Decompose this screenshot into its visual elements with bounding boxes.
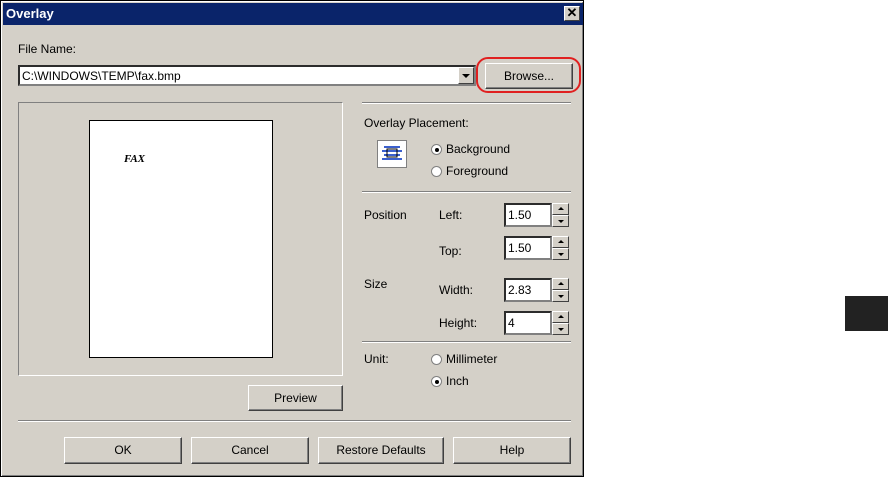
overlay-placement-icon [377,140,407,168]
chevron-up-icon [558,315,564,318]
file-path-value: C:\WINDOWS\TEMP\fax.bmp [22,69,181,83]
file-name-label: File Name: [18,42,77,56]
separator [18,420,571,422]
width-label: Width: [439,283,474,297]
width-spinner[interactable] [552,278,569,302]
spin-up-button[interactable] [552,203,569,215]
chevron-up-icon [558,282,564,285]
file-name-combobox[interactable]: C:\WINDOWS\TEMP\fax.bmp [18,65,476,86]
spin-up-button[interactable] [552,311,569,323]
preview-button[interactable]: Preview [248,385,343,411]
background-dark-square [845,296,888,331]
spin-up-button[interactable] [552,236,569,248]
chevron-down-icon [558,328,564,331]
radio-inch[interactable] [431,376,442,387]
left-label: Left: [439,208,463,222]
separator [362,341,571,343]
height-label: Height: [439,316,478,330]
spin-down-button[interactable] [552,290,569,302]
width-input[interactable]: 2.83 [504,278,552,302]
preview-panel: FAX [18,102,343,376]
spin-down-button[interactable] [552,248,569,260]
chevron-down-icon [558,253,564,256]
restore-defaults-button[interactable]: Restore Defaults [318,437,444,464]
fax-text: FAX [124,153,146,165]
size-label: Size [364,277,388,291]
spin-down-button[interactable] [552,323,569,335]
chevron-down-icon [462,74,470,78]
cancel-button[interactable]: Cancel [191,437,309,464]
inch-label: Inch [446,374,469,388]
top-input[interactable]: 1.50 [504,236,552,260]
left-input[interactable]: 1.50 [504,203,552,227]
chevron-down-icon [558,295,564,298]
separator [362,191,571,193]
overlay-placement-label: Overlay Placement: [364,116,469,130]
position-label: Position [364,208,407,222]
height-spinner[interactable] [552,311,569,335]
chevron-down-icon [558,220,564,223]
title-bar: Overlay ✕ [3,3,583,25]
height-input[interactable]: 4 [504,311,552,335]
top-spinner[interactable] [552,236,569,260]
ok-button[interactable]: OK [64,437,182,464]
radio-millimeter[interactable] [431,354,442,365]
separator [362,102,571,104]
chevron-up-icon [558,207,564,210]
spin-down-button[interactable] [552,215,569,227]
highlight-circle [476,57,581,93]
millimeter-label: Millimeter [446,352,498,366]
foreground-label: Foreground [446,164,509,178]
top-label: Top: [439,244,462,258]
radio-background[interactable] [431,144,442,155]
combo-dropdown-button[interactable] [458,67,474,84]
spin-up-button[interactable] [552,278,569,290]
radio-foreground[interactable] [431,166,442,177]
overlay-dialog: Overlay ✕ File Name: C:\WINDOWS\TEMP\fax… [0,0,584,477]
unit-label: Unit: [364,352,389,366]
help-button[interactable]: Help [453,437,571,464]
page-preview: FAX [89,120,273,358]
left-spinner[interactable] [552,203,569,227]
close-button[interactable]: ✕ [564,6,580,21]
chevron-up-icon [558,240,564,243]
background-label: Background [446,142,511,156]
window-title: Overlay [6,6,54,21]
